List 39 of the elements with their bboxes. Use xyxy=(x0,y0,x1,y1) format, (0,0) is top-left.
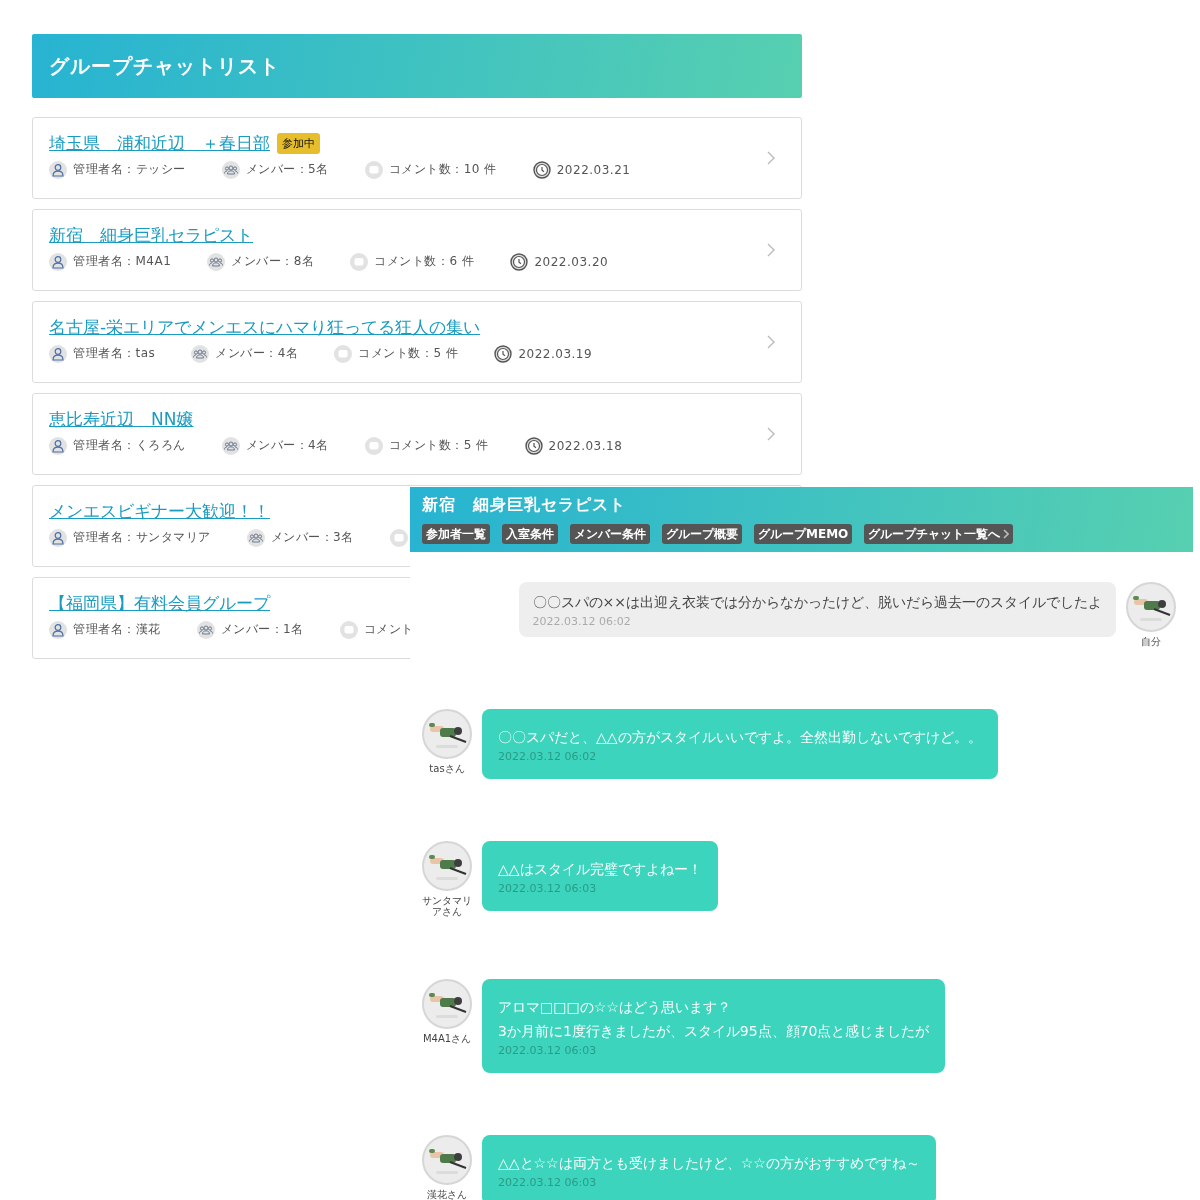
comment-count: コメント数：5 件 xyxy=(358,345,459,362)
message-text: △△はスタイル完璧ですよねー！ xyxy=(498,860,702,879)
message-time: 2022.03.12 06:02 xyxy=(498,749,598,765)
comment-count: コメント xyxy=(363,621,414,638)
member-count: メンバー：4名 xyxy=(245,437,329,454)
sender-name: 漢花さん xyxy=(426,1189,468,1200)
sender-name: サンタマリアさん xyxy=(422,895,472,917)
message-time: 2022.03.12 06:03 xyxy=(498,881,598,897)
comment-count: コメント数：10 件 xyxy=(388,161,497,178)
post-date: 2022.03.21 xyxy=(556,162,631,177)
sender-name: M4A1さん xyxy=(422,1033,472,1044)
message-text: 〇〇スパだと、△△の方がスタイルいいですよ。全然出勤しないですけど。。 xyxy=(498,728,982,747)
message-time: 2022.03.12 06:03 xyxy=(498,1043,598,1059)
comment-count: コメント数：6 件 xyxy=(374,253,475,270)
post-date: 2022.03.18 xyxy=(548,438,623,453)
member-count: メンバー：4名 xyxy=(215,345,299,362)
sender-name: 自分 xyxy=(1140,636,1162,647)
admin-name: 管理者名：サンタマリア xyxy=(73,529,211,546)
member-count: メンバー：1名 xyxy=(220,621,304,638)
post-date: 2022.03.19 xyxy=(518,346,593,361)
admin-name: 管理者名：くろろん xyxy=(73,437,186,454)
joined-badge: 参加中 xyxy=(277,132,320,154)
admin-name: 管理者名：M4A1 xyxy=(73,253,172,270)
comment-count: コメント数：5 件 xyxy=(388,437,489,454)
sender-name: tasさん xyxy=(428,763,466,774)
message-text: △△と☆☆は両方とも受けましたけど、☆☆の方がおすすめですね～ xyxy=(498,1154,920,1173)
message-text: 〇〇スパの××は出迎え衣装では分からなかったけど、脱いだら過去一のスタイルでしたよ xyxy=(532,593,1102,612)
member-count: メンバー：3名 xyxy=(270,529,354,546)
member-count: メンバー：5名 xyxy=(245,161,329,178)
admin-name: 管理者名：テッシー xyxy=(73,161,186,178)
message-text: アロマ□□□の☆☆はどう思います？ 3か月前に1度行きましたが、スタイル95点、顔70点と感じましたが xyxy=(498,998,930,1041)
admin-name: 管理者名：漢花 xyxy=(73,621,161,638)
admin-name: 管理者名：tas xyxy=(73,345,156,362)
page-title: グループチャットリスト xyxy=(49,52,280,80)
message-time: 2022.03.12 06:03 xyxy=(498,1175,598,1191)
chat-title: 新宿 細身巨乳セラピスト xyxy=(422,494,627,516)
member-count: メンバー：8名 xyxy=(231,253,315,270)
post-date: 2022.03.20 xyxy=(534,254,609,269)
message-time: 2022.03.12 06:02 xyxy=(532,614,632,630)
